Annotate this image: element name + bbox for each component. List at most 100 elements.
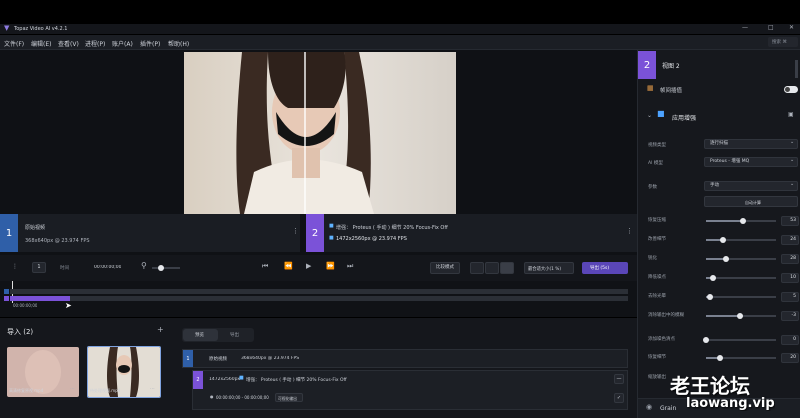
video-preview[interactable] [184, 52, 456, 214]
tab-preview[interactable]: 预览 [183, 329, 218, 341]
enhance-cube-icon: ■ [329, 235, 334, 241]
maximize-button[interactable]: □ [768, 25, 774, 31]
slider-value-field[interactable]: 20 [781, 353, 799, 363]
slider-knob[interactable] [717, 355, 723, 361]
visualize-output-label: 可视化输出 [278, 396, 297, 401]
slider-fill [706, 220, 744, 222]
lock-icon[interactable]: ▣ [788, 112, 794, 118]
slider-label: 添加噪色清点 [648, 337, 675, 342]
ai-model-label: AI 模型 [648, 161, 663, 166]
slider-knob[interactable] [722, 256, 729, 262]
slider-value-field[interactable]: 10 [781, 273, 799, 283]
slider-knob[interactable] [719, 237, 726, 243]
zoom-slider[interactable] [152, 265, 180, 271]
zoom-slider-knob[interactable] [158, 265, 164, 271]
single-view-button[interactable] [470, 262, 484, 274]
enhanced-title: 增强： Proteus ( 手动 ) 细节 20% Focus-Fix Off [336, 225, 448, 231]
row-info: 368x640px @ 23.974 FPS [241, 356, 300, 361]
menu-plugins[interactable]: 插件(P) [140, 39, 160, 48]
more-options-icon[interactable]: ⋮ [292, 228, 299, 235]
frame-interpolation-toggle[interactable] [784, 86, 798, 93]
slider-value-field[interactable]: 0 [781, 335, 799, 345]
parameter-slider[interactable] [706, 313, 776, 319]
slider-knob[interactable] [710, 275, 716, 281]
slider-value-field[interactable]: 53 [781, 216, 799, 226]
original-title: 原始视频 [25, 225, 46, 231]
toggle-knob [785, 87, 790, 92]
menu-edit[interactable]: 编辑(E) [31, 39, 51, 48]
import-item-name: 待处理视频.mp4 [90, 388, 121, 393]
enhance-cube-icon: ■ [239, 375, 244, 381]
add-import-icon[interactable]: + [157, 326, 164, 334]
parameter-slider[interactable] [706, 294, 776, 300]
output-row-enhanced[interactable]: 2 1472x2560px ■ 增强： Proteus ( 手动 ) 细节 20… [192, 370, 628, 410]
timeline[interactable]: 00:00:00;00 ➤ [0, 281, 637, 317]
frame-field[interactable]: 1 [32, 262, 46, 273]
slider-value-field[interactable]: 28 [781, 254, 799, 264]
slider-knob[interactable] [736, 313, 743, 319]
row-remove-button[interactable]: — [614, 374, 624, 384]
frame-marker-icon[interactable]: ⋮ [12, 264, 18, 270]
auto-estimate-button[interactable]: 自动计算 [704, 196, 798, 207]
zoom-select[interactable]: 最合适大小(1 %) [524, 262, 574, 274]
timeline-start-time: 00:00:00;00 [13, 303, 38, 308]
chevron-down-icon: ⌄ [790, 139, 795, 145]
export-button[interactable]: 导出 (5s) [582, 262, 628, 274]
menu-process[interactable]: 进程(P) [85, 39, 105, 48]
video-type-select[interactable]: 逐行扫描 [704, 139, 798, 149]
app-logo-icon: ▼ [4, 24, 10, 32]
parameters-select[interactable]: 手动 [704, 181, 798, 191]
more-options-icon[interactable]: ⋯ [70, 387, 75, 392]
skip-to-end-icon[interactable]: ⏭ [347, 263, 353, 270]
parameter-slider[interactable] [706, 355, 776, 361]
split-view-button[interactable] [500, 262, 514, 274]
timecode-display[interactable]: 00:00:00;00 [94, 265, 121, 270]
menu-view[interactable]: 查看(V) [58, 39, 79, 48]
auto-estimate-label: 自动计算 [745, 200, 761, 205]
video-frame-image [184, 52, 456, 214]
clock-icon: ● [210, 394, 214, 399]
close-button[interactable]: ✕ [789, 25, 794, 31]
play-icon[interactable]: ▶ [306, 263, 311, 270]
track-2[interactable] [10, 296, 628, 301]
track-1[interactable] [10, 289, 628, 294]
import-item-name: 高清修复原视.mp4 [9, 388, 44, 393]
slider-label: 去除光晕 [648, 294, 666, 299]
parameter-slider[interactable] [706, 256, 776, 262]
parameter-slider[interactable] [706, 237, 776, 243]
parameter-slider[interactable] [706, 218, 776, 224]
menu-help[interactable]: 帮助(H) [168, 39, 189, 48]
enhanced-info: 1472x2560px @ 23.974 FPS [336, 236, 407, 242]
skip-to-start-icon[interactable]: ⏮ [262, 263, 268, 270]
app-title: Topaz Video AI v4.2.1 [14, 26, 68, 32]
visualize-output-button[interactable]: 可视化输出 [275, 393, 303, 402]
next-frame-icon[interactable]: ⏩ [326, 263, 335, 270]
enhance-cube-icon: ■ [329, 223, 334, 229]
slider-value-field[interactable]: -3 [781, 311, 799, 321]
zoom-search-icon[interactable]: ⚲ [141, 262, 147, 270]
slider-value-field[interactable]: 24 [781, 235, 799, 245]
row-confirm-button[interactable]: ✓ [614, 393, 624, 403]
slider-knob[interactable] [703, 337, 709, 343]
tab-export-label[interactable]: 导出 [230, 332, 239, 338]
row-number-badge: 2 [193, 371, 203, 389]
menu-file[interactable]: 文件(F) [4, 39, 24, 48]
parameter-slider[interactable] [706, 275, 776, 281]
scrollbar[interactable] [795, 60, 798, 78]
output-row-original[interactable]: 1 原始视频 368x640px @ 23.974 FPS [182, 349, 628, 368]
more-options-icon[interactable]: ⋯ [150, 387, 155, 392]
slider-value-field[interactable]: 5 [781, 292, 799, 302]
slider-knob[interactable] [706, 294, 713, 300]
side-by-side-button[interactable] [485, 262, 499, 274]
menu-account[interactable]: 账户(A) [112, 39, 133, 48]
ai-model-select[interactable]: Proteus - 增强 MQ [704, 157, 798, 167]
more-options-icon[interactable]: ⋮ [626, 228, 633, 235]
imports-title: 导入 (2) [7, 328, 34, 336]
previous-frame-icon[interactable]: ⏪ [284, 263, 293, 270]
chevron-down-icon[interactable]: ⌄ [647, 113, 652, 119]
compare-mode-button[interactable]: 比较模式 [430, 262, 460, 274]
video-type-label: 视频类型 [648, 143, 666, 148]
minimize-button[interactable]: — [742, 25, 748, 31]
parameter-slider[interactable] [703, 337, 776, 343]
search-input[interactable]: 搜索 ⌘ [768, 37, 798, 47]
